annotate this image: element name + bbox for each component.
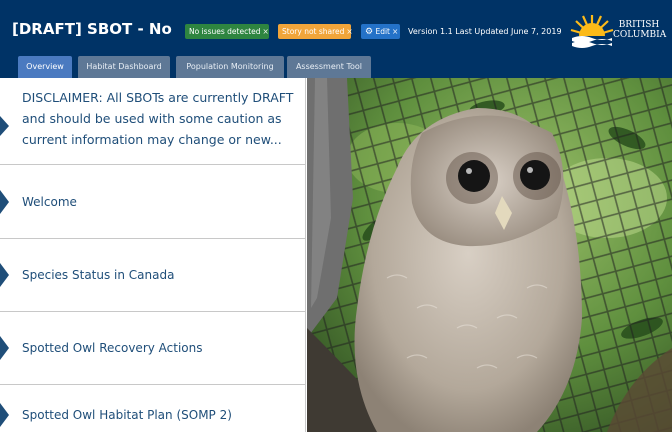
story-sidebar: DISCLAIMER: All SBOTs are currently DRAF… bbox=[0, 78, 306, 432]
section-species-status[interactable]: Species Status in Canada bbox=[0, 239, 305, 312]
version-text: Version 1.1 Last Updated June 7, 2019 bbox=[408, 27, 562, 36]
app-title: [DRAFT] SBOT - North bbox=[12, 20, 172, 38]
section-label: Welcome bbox=[22, 194, 77, 209]
section-habitat-plan[interactable]: Spotted Owl Habitat Plan (SOMP 2) bbox=[0, 385, 305, 432]
app-header: [DRAFT] SBOT - North No issues detected×… bbox=[0, 0, 672, 55]
chevron-right-icon bbox=[0, 116, 9, 136]
gear-icon: ⚙ bbox=[365, 27, 374, 37]
chevron-right-icon bbox=[0, 402, 9, 427]
section-label: Spotted Owl Habitat Plan (SOMP 2) bbox=[22, 407, 232, 422]
bc-logo-line1: BRITISH bbox=[618, 20, 660, 30]
close-icon[interactable]: × bbox=[263, 27, 269, 36]
edit-button[interactable]: ⚙ Edit × bbox=[361, 24, 400, 39]
status-badge-issues-label: No issues detected bbox=[189, 27, 261, 36]
owl-photo bbox=[307, 78, 672, 432]
tab-assessment-tool[interactable]: Assessment Tool bbox=[287, 56, 371, 78]
edit-button-label: Edit bbox=[375, 27, 390, 36]
status-badge-sharing[interactable]: Story not shared × bbox=[278, 24, 353, 39]
tab-habitat-dashboard[interactable]: Habitat Dashboard bbox=[78, 56, 170, 78]
chevron-right-icon bbox=[0, 263, 9, 287]
tab-population-monitoring[interactable]: Population Monitoring bbox=[176, 56, 284, 78]
tab-bar: Overview Habitat Dashboard Population Mo… bbox=[0, 55, 672, 78]
owl-photo-illustration bbox=[307, 78, 672, 432]
status-badge-issues[interactable]: No issues detected × bbox=[185, 24, 269, 39]
chevron-right-icon bbox=[0, 189, 9, 214]
bc-sun-logo bbox=[570, 15, 614, 48]
section-recovery-actions[interactable]: Spotted Owl Recovery Actions bbox=[0, 312, 305, 385]
bc-logo-text: BRITISH COLUMBIA bbox=[613, 20, 667, 40]
bc-logo-line2: COLUMBIA bbox=[613, 30, 667, 40]
chevron-right-icon bbox=[0, 336, 9, 360]
close-icon[interactable]: × bbox=[392, 27, 398, 36]
section-label: DISCLAIMER: All SBOTs are currently DRAF… bbox=[22, 90, 294, 147]
section-label: Species Status in Canada bbox=[22, 268, 175, 282]
section-disclaimer[interactable]: DISCLAIMER: All SBOTs are currently DRAF… bbox=[0, 78, 305, 165]
bc-logo[interactable]: BRITISH COLUMBIA bbox=[570, 12, 670, 50]
section-welcome[interactable]: Welcome bbox=[0, 165, 305, 239]
close-icon[interactable]: × bbox=[346, 27, 352, 36]
section-label: Spotted Owl Recovery Actions bbox=[22, 341, 203, 355]
status-badge-sharing-label: Story not shared bbox=[282, 27, 345, 36]
tab-overview[interactable]: Overview bbox=[18, 56, 72, 78]
